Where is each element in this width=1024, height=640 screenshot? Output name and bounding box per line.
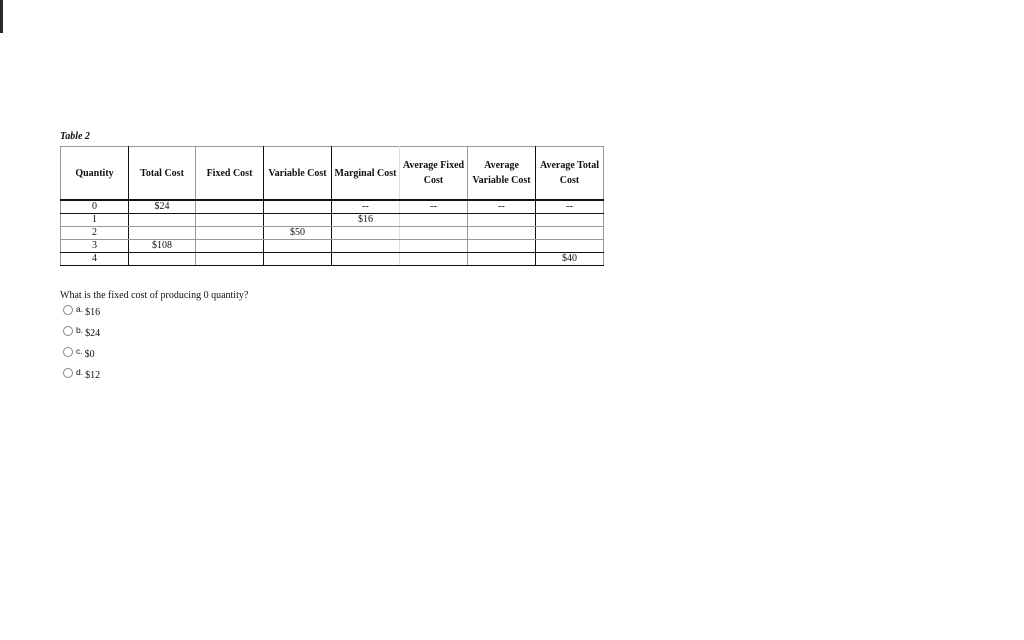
cell-average-fixed-cost	[399, 252, 468, 266]
cell-average-variable-cost	[467, 213, 536, 227]
table-row: 2 $50	[60, 226, 604, 240]
cell-total-cost	[128, 213, 196, 227]
table-row: 4 $40	[60, 252, 604, 266]
radio-button-d[interactable]	[63, 368, 73, 378]
cell-average-variable-cost	[467, 239, 536, 253]
header-fixed-cost: Fixed Cost	[195, 146, 264, 201]
cell-quantity: 4	[60, 252, 129, 266]
cell-variable-cost: $50	[263, 226, 332, 240]
cell-total-cost	[128, 252, 196, 266]
header-variable-cost: Variable Cost	[263, 146, 332, 201]
cell-variable-cost	[263, 213, 332, 227]
radio-button-c[interactable]	[63, 347, 73, 357]
option-b[interactable]: b. $24	[63, 325, 100, 346]
option-letter: c.	[76, 346, 83, 356]
cell-marginal-cost	[331, 226, 400, 240]
window-edge-bar	[0, 0, 3, 33]
cell-fixed-cost	[195, 239, 264, 253]
cell-total-cost	[128, 226, 196, 240]
cell-average-fixed-cost: --	[399, 199, 468, 214]
header-quantity: Quantity	[60, 146, 129, 201]
header-total-cost: Total Cost	[128, 146, 196, 201]
cell-average-fixed-cost	[399, 226, 468, 240]
cell-fixed-cost	[195, 252, 264, 266]
cell-quantity: 1	[60, 213, 129, 227]
table-row: 1 $16	[60, 213, 604, 227]
option-d[interactable]: d. $12	[63, 367, 100, 388]
cell-total-cost: $108	[128, 239, 196, 253]
cell-average-fixed-cost	[399, 213, 468, 227]
cell-average-variable-cost	[467, 252, 536, 266]
option-letter: d.	[76, 367, 84, 377]
cell-average-total-cost	[535, 239, 604, 253]
cell-marginal-cost	[331, 252, 400, 266]
option-letter: b.	[76, 325, 84, 335]
cell-average-variable-cost: --	[467, 199, 536, 214]
cell-average-total-cost: $40	[535, 252, 604, 266]
option-text: $12	[85, 370, 101, 381]
cell-average-total-cost	[535, 213, 604, 227]
cell-fixed-cost	[195, 213, 264, 227]
option-c[interactable]: c. $0	[63, 346, 100, 367]
table-row: 0 $24 -- -- -- --	[60, 199, 604, 214]
answer-options: a. $16 b. $24 c. $0 d. $12	[63, 304, 100, 388]
cell-average-total-cost: --	[535, 199, 604, 214]
cell-quantity: 2	[60, 226, 129, 240]
cell-quantity: 3	[60, 239, 129, 253]
cell-average-variable-cost	[467, 226, 536, 240]
option-a[interactable]: a. $16	[63, 304, 100, 325]
option-text: $0	[84, 349, 95, 360]
cell-total-cost: $24	[128, 199, 196, 214]
cell-variable-cost	[263, 199, 332, 214]
cell-marginal-cost: $16	[331, 213, 400, 227]
option-text: $16	[85, 307, 101, 318]
cell-fixed-cost	[195, 199, 264, 214]
cell-marginal-cost	[331, 239, 400, 253]
header-average-variable-cost: Average Variable Cost	[467, 146, 536, 201]
radio-button-b[interactable]	[63, 326, 73, 336]
cell-fixed-cost	[195, 226, 264, 240]
cell-quantity: 0	[60, 199, 129, 214]
cost-table: Quantity Total Cost Fixed Cost Variable …	[60, 146, 604, 266]
option-text: $24	[85, 328, 101, 339]
cell-variable-cost	[263, 239, 332, 253]
cell-marginal-cost: --	[331, 199, 400, 214]
cell-average-fixed-cost	[399, 239, 468, 253]
table-row: 3 $108	[60, 239, 604, 253]
header-marginal-cost: Marginal Cost	[331, 146, 400, 201]
table-caption: Table 2	[60, 131, 90, 142]
header-average-total-cost: Average Total Cost	[535, 146, 604, 201]
option-letter: a.	[76, 304, 84, 314]
radio-button-a[interactable]	[63, 305, 73, 315]
table-header-row: Quantity Total Cost Fixed Cost Variable …	[60, 146, 604, 201]
header-average-fixed-cost: Average Fixed Cost	[399, 146, 468, 201]
cell-average-total-cost	[535, 226, 604, 240]
question-text: What is the fixed cost of producing 0 qu…	[60, 290, 249, 301]
cell-variable-cost	[263, 252, 332, 266]
